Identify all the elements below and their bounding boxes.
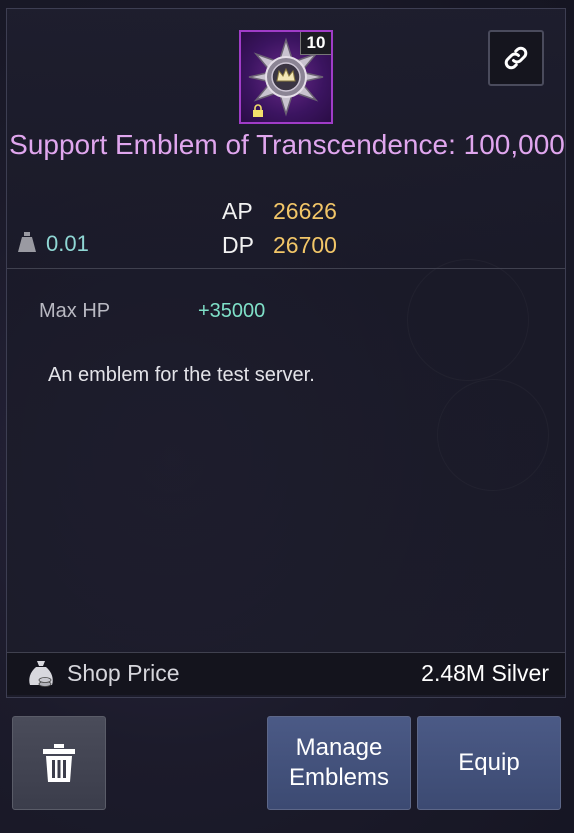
- background-decoration: [437, 379, 549, 491]
- equip-button[interactable]: Equip: [417, 716, 561, 810]
- shop-price-row: Shop Price 2.48M Silver: [7, 652, 565, 695]
- lock-icon: [253, 104, 263, 117]
- dp-label: DP: [222, 232, 254, 258]
- ap-value: 26626: [273, 198, 337, 224]
- shop-price-value: 2.48M Silver: [421, 660, 549, 686]
- item-description: An emblem for the test server.: [48, 364, 315, 386]
- emblem-item-icon[interactable]: 10: [239, 30, 333, 124]
- manage-emblems-label: Manage Emblems: [288, 734, 390, 791]
- manage-emblems-button[interactable]: Manage Emblems: [267, 716, 411, 810]
- delete-button[interactable]: [12, 716, 106, 810]
- money-bag-icon: [29, 661, 53, 687]
- background-decoration: [407, 259, 529, 381]
- max-hp-label: Max HP: [39, 300, 111, 322]
- ap-label: AP: [222, 198, 253, 224]
- equip-label: Equip: [458, 749, 520, 776]
- weight-icon: [18, 232, 36, 252]
- item-name: Support Emblem of Transcendence: 100,000: [9, 129, 565, 160]
- weight-value: 0.01: [46, 231, 89, 256]
- link-icon: [504, 46, 528, 70]
- enhancement-badge: 10: [300, 32, 331, 55]
- divider: [7, 268, 565, 269]
- shop-price-label: Shop Price: [67, 660, 180, 686]
- max-hp-value: +35000: [198, 300, 266, 322]
- dp-value: 26700: [273, 232, 337, 258]
- link-button[interactable]: [488, 30, 544, 86]
- trash-icon: [43, 744, 75, 782]
